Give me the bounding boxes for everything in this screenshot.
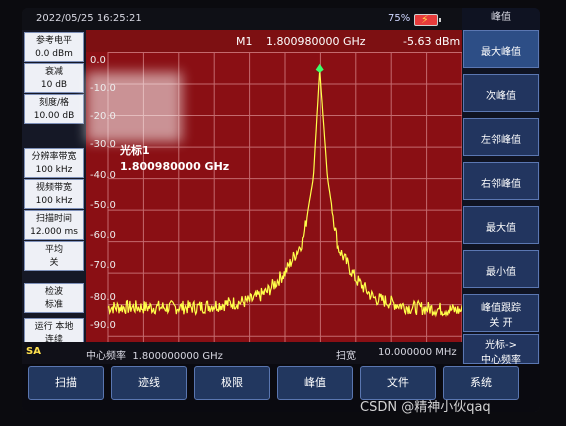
marker-frequency: 1.800980000 GHz bbox=[266, 35, 366, 48]
y-tick-label: -80.0 bbox=[90, 292, 116, 303]
param-detector[interactable]: 检波 标准 bbox=[24, 283, 84, 313]
max-peak-button[interactable]: 最大峰值 bbox=[463, 30, 539, 68]
status-bar: 2022/05/25 16:25:21 75% ⚡ bbox=[22, 8, 462, 30]
min-value-button[interactable]: 最小值 bbox=[463, 250, 539, 288]
param-ref-level[interactable]: 参考电平 0.0 dBm bbox=[24, 32, 84, 62]
charging-icon: ⚡ bbox=[421, 13, 429, 26]
marker-label-name: 光标1 bbox=[120, 144, 150, 157]
y-tick-label: -30.0 bbox=[90, 139, 116, 150]
battery-percent: 75% bbox=[388, 13, 411, 24]
span-value: 10.000000 MHz bbox=[378, 347, 457, 358]
param-vbw[interactable]: 视频带宽 100 kHz bbox=[24, 179, 84, 209]
peak-menu: 峰值 最大峰值 次峰值 左邻峰值 右邻峰值 最大值 最小值 峰值跟踪关 开 光标… bbox=[462, 8, 540, 366]
param-attenuation[interactable]: 衰减 10 dB bbox=[24, 63, 84, 93]
analyzer-screen: 2022/05/25 16:25:21 75% ⚡ 参考电平 0.0 dBm 衰减… bbox=[22, 8, 540, 412]
right-peak-button[interactable]: 右邻峰值 bbox=[463, 162, 539, 200]
y-tick-label: -70.0 bbox=[90, 260, 116, 271]
left-peak-button[interactable]: 左邻峰值 bbox=[463, 118, 539, 156]
battery-icon: ⚡ bbox=[414, 13, 441, 26]
softkey-file[interactable]: 文件 bbox=[360, 366, 436, 400]
next-peak-button[interactable]: 次峰值 bbox=[463, 74, 539, 112]
softkey-trace[interactable]: 迹线 bbox=[111, 366, 187, 400]
y-tick-label: -10.0 bbox=[90, 83, 116, 94]
marker-label-frequency: 1.800980000 GHz bbox=[120, 160, 230, 173]
param-rbw[interactable]: 分辨率带宽 100 kHz bbox=[24, 148, 84, 178]
param-average[interactable]: 平均关 bbox=[24, 241, 84, 271]
parameter-panel: 参考电平 0.0 dBm 衰减 10 dB 刻度/格 10.00 dB 分辨率带宽 10… bbox=[22, 30, 86, 354]
y-tick-label: -50.0 bbox=[90, 200, 116, 211]
max-value-button[interactable]: 最大值 bbox=[463, 206, 539, 244]
marker-id: M1 bbox=[236, 35, 253, 48]
y-tick-label: -20.0 bbox=[90, 111, 116, 122]
marker-amplitude: -5.63 dBm bbox=[403, 35, 461, 48]
softkey-system[interactable]: 系统 bbox=[443, 366, 519, 400]
span-label: 扫宽 bbox=[336, 351, 356, 362]
y-tick-label: -60.0 bbox=[90, 230, 116, 241]
spectrum-plot[interactable]: 0.0 -10.0 -20.0 -30.0 -40.0 -50.0 -60.0 … bbox=[86, 52, 462, 342]
softkey-sweep[interactable]: 扫描 bbox=[28, 366, 104, 400]
sweep-info-bar: SA 中心频率 1.800000000 GHz 扫宽 10.000000 MHz bbox=[22, 342, 462, 364]
softkey-limit[interactable]: 极限 bbox=[194, 366, 270, 400]
softkey-peak[interactable]: 峰值 bbox=[277, 366, 353, 400]
marker-readout: M1 1.800980000 GHz -5.63 dBm bbox=[86, 30, 462, 52]
marker-diamond-icon bbox=[315, 63, 324, 73]
peak-track-toggle[interactable]: 峰值跟踪关 开 bbox=[463, 294, 539, 332]
param-scale[interactable]: 刻度/格 10.00 dB bbox=[24, 94, 84, 124]
watermark: CSDN @精神小伙qaq bbox=[360, 400, 491, 415]
menu-title: 峰值 bbox=[491, 12, 511, 23]
date-time: 2022/05/25 16:25:21 bbox=[36, 13, 142, 24]
y-tick-label: -90.0 bbox=[90, 320, 116, 331]
y-tick-label: 0.0 bbox=[90, 55, 106, 66]
param-sweep-time[interactable]: 扫描时间 12.000 ms bbox=[24, 210, 84, 240]
center-frequency: 中心频率 1.800000000 GHz bbox=[86, 351, 223, 362]
marker-to-center-button[interactable]: 光标-> 中心频率 bbox=[463, 334, 539, 366]
y-tick-label: -40.0 bbox=[90, 170, 116, 181]
mode-indicator: SA bbox=[26, 346, 41, 357]
